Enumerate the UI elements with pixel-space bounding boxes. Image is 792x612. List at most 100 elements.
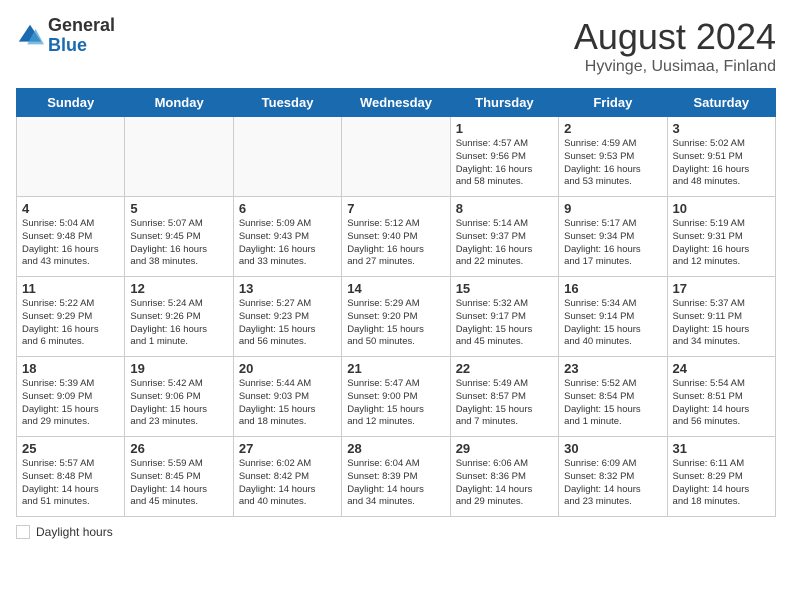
calendar-cell: 6Sunrise: 5:09 AM Sunset: 9:43 PM Daylig… [233,197,341,277]
week-row-2: 11 Sunrise: 5:22 AM Sunset: 9:29 PM Dayli… [17,277,776,357]
day-number: 14 [347,281,444,296]
day-number: 28 [347,441,444,456]
calendar-cell [125,117,233,197]
calendar-cell: 26Sunrise: 5:59 AM Sunset: 8:45 PM Dayli… [125,437,233,517]
calendar-cell: 19 Sunrise: 5:42 AM Sunset: 9:06 PM Dayli… [125,357,233,437]
legend-box [16,525,30,539]
day-number: 25 [22,441,119,456]
day-info: Sunrise: 4:59 AM Sunset: 9:53 PM Dayligh… [564,138,661,189]
weekday-header-monday: Monday [125,89,233,117]
day-info: Sunrise: 5:14 AM Sunset: 9:37 PM Dayligh… [456,218,553,269]
day-info: Sunrise: 5:22 AM Sunset: 9:29 PM Dayligh… [22,298,119,349]
day-info: Sunrise: 5:42 AM Sunset: 9:06 PM Dayligh… [130,378,227,429]
calendar-cell [233,117,341,197]
day-info: Sunrise: 6:04 AM Sunset: 8:39 PM Dayligh… [347,458,444,509]
day-number: 30 [564,441,661,456]
day-info: Sunrise: 5:17 AM Sunset: 9:34 PM Dayligh… [564,218,661,269]
calendar-cell: 18 Sunrise: 5:39 AM Sunset: 9:09 PM Dayli… [17,357,125,437]
title-area: August 2024 Hyvinge, Uusimaa, Finland [574,16,776,76]
calendar-cell: 1 Sunrise: 4:57 AM Sunset: 9:56 PM Daylig… [450,117,558,197]
day-info: Sunrise: 5:49 AM Sunset: 8:57 PM Dayligh… [456,378,553,429]
day-number: 23 [564,361,661,376]
day-number: 8 [456,201,553,216]
day-info: Sunrise: 5:04 AM Sunset: 9:48 PM Dayligh… [22,218,119,269]
calendar-table: SundayMondayTuesdayWednesdayThursdayFrid… [16,88,776,517]
day-info: Sunrise: 5:52 AM Sunset: 8:54 PM Dayligh… [564,378,661,429]
day-info: Sunrise: 5:59 AM Sunset: 8:45 PM Dayligh… [130,458,227,509]
day-number: 4 [22,201,119,216]
day-number: 29 [456,441,553,456]
day-number: 2 [564,121,661,136]
calendar-cell: 21Sunrise: 5:47 AM Sunset: 9:00 PM Dayli… [342,357,450,437]
calendar-cell: 31Sunrise: 6:11 AM Sunset: 8:29 PM Dayli… [667,437,775,517]
week-row-4: 25Sunrise: 5:57 AM Sunset: 8:48 PM Dayli… [17,437,776,517]
calendar-cell: 20 Sunrise: 5:44 AM Sunset: 9:03 PM Dayli… [233,357,341,437]
day-info: Sunrise: 5:32 AM Sunset: 9:17 PM Dayligh… [456,298,553,349]
week-row-0: 1 Sunrise: 4:57 AM Sunset: 9:56 PM Daylig… [17,117,776,197]
logo-blue-text: Blue [48,36,115,56]
week-row-3: 18 Sunrise: 5:39 AM Sunset: 9:09 PM Dayli… [17,357,776,437]
day-info: Sunrise: 6:06 AM Sunset: 8:36 PM Dayligh… [456,458,553,509]
day-info: Sunrise: 5:54 AM Sunset: 8:51 PM Dayligh… [673,378,770,429]
calendar-cell: 15Sunrise: 5:32 AM Sunset: 9:17 PM Dayli… [450,277,558,357]
day-info: Sunrise: 5:12 AM Sunset: 9:40 PM Dayligh… [347,218,444,269]
weekday-header-row: SundayMondayTuesdayWednesdayThursdayFrid… [17,89,776,117]
weekday-header-wednesday: Wednesday [342,89,450,117]
day-info: Sunrise: 5:07 AM Sunset: 9:45 PM Dayligh… [130,218,227,269]
day-number: 17 [673,281,770,296]
logo-icon [16,22,44,50]
day-number: 1 [456,121,553,136]
calendar-cell: 29 Sunrise: 6:06 AM Sunset: 8:36 PM Dayli… [450,437,558,517]
day-number: 13 [239,281,336,296]
day-info: Sunrise: 5:29 AM Sunset: 9:20 PM Dayligh… [347,298,444,349]
calendar-cell: 9 Sunrise: 5:17 AM Sunset: 9:34 PM Daylig… [559,197,667,277]
month-title: August 2024 [574,16,776,58]
weekday-header-friday: Friday [559,89,667,117]
day-number: 24 [673,361,770,376]
day-info: Sunrise: 4:57 AM Sunset: 9:56 PM Dayligh… [456,138,553,189]
location-title: Hyvinge, Uusimaa, Finland [574,58,776,76]
calendar-cell: 8 Sunrise: 5:14 AM Sunset: 9:37 PM Daylig… [450,197,558,277]
calendar-cell: 4 Sunrise: 5:04 AM Sunset: 9:48 PM Daylig… [17,197,125,277]
week-row-1: 4 Sunrise: 5:04 AM Sunset: 9:48 PM Daylig… [17,197,776,277]
logo-general-text: General [48,16,115,36]
calendar-cell: 7 Sunrise: 5:12 AM Sunset: 9:40 PM Daylig… [342,197,450,277]
day-number: 20 [239,361,336,376]
day-info: Sunrise: 5:19 AM Sunset: 9:31 PM Dayligh… [673,218,770,269]
day-info: Sunrise: 5:39 AM Sunset: 9:09 PM Dayligh… [22,378,119,429]
day-number: 11 [22,281,119,296]
weekday-header-sunday: Sunday [17,89,125,117]
day-info: Sunrise: 5:34 AM Sunset: 9:14 PM Dayligh… [564,298,661,349]
calendar-cell: 28 Sunrise: 6:04 AM Sunset: 8:39 PM Dayli… [342,437,450,517]
calendar-cell: 13 Sunrise: 5:27 AM Sunset: 9:23 PM Dayli… [233,277,341,357]
day-info: Sunrise: 5:27 AM Sunset: 9:23 PM Dayligh… [239,298,336,349]
day-number: 19 [130,361,227,376]
calendar-cell: 5 Sunrise: 5:07 AM Sunset: 9:45 PM Daylig… [125,197,233,277]
calendar-cell: 12Sunrise: 5:24 AM Sunset: 9:26 PM Dayli… [125,277,233,357]
legend-area: Daylight hours [16,525,776,539]
day-number: 22 [456,361,553,376]
day-info: Sunrise: 6:02 AM Sunset: 8:42 PM Dayligh… [239,458,336,509]
day-info: Sunrise: 6:11 AM Sunset: 8:29 PM Dayligh… [673,458,770,509]
weekday-header-tuesday: Tuesday [233,89,341,117]
calendar-cell: 10Sunrise: 5:19 AM Sunset: 9:31 PM Dayli… [667,197,775,277]
day-number: 6 [239,201,336,216]
day-number: 9 [564,201,661,216]
day-number: 3 [673,121,770,136]
calendar-cell: 22 Sunrise: 5:49 AM Sunset: 8:57 PM Dayli… [450,357,558,437]
calendar-cell: 14 Sunrise: 5:29 AM Sunset: 9:20 PM Dayli… [342,277,450,357]
day-number: 18 [22,361,119,376]
calendar-cell: 16 Sunrise: 5:34 AM Sunset: 9:14 PM Dayli… [559,277,667,357]
day-info: Sunrise: 5:44 AM Sunset: 9:03 PM Dayligh… [239,378,336,429]
day-number: 5 [130,201,227,216]
day-number: 16 [564,281,661,296]
page-header: General Blue August 2024 Hyvinge, Uusima… [16,16,776,76]
calendar-cell: 30Sunrise: 6:09 AM Sunset: 8:32 PM Dayli… [559,437,667,517]
logo: General Blue [16,16,115,56]
calendar-cell [17,117,125,197]
day-info: Sunrise: 5:47 AM Sunset: 9:00 PM Dayligh… [347,378,444,429]
day-number: 12 [130,281,227,296]
weekday-header-thursday: Thursday [450,89,558,117]
day-info: Sunrise: 5:37 AM Sunset: 9:11 PM Dayligh… [673,298,770,349]
day-number: 7 [347,201,444,216]
